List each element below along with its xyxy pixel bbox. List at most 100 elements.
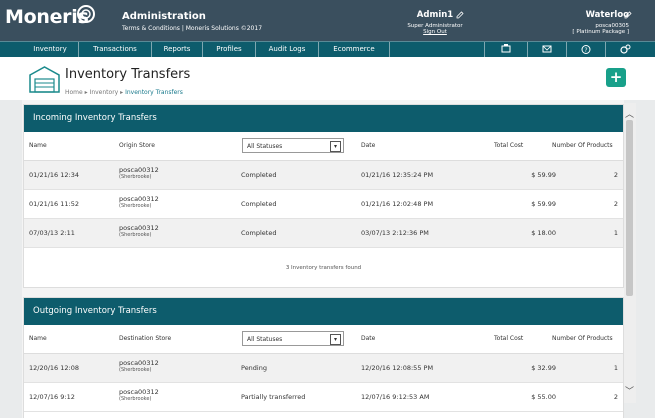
row-store-city: (Sherbrooke) [119, 367, 152, 373]
row-cost: $ 18.00 [531, 229, 556, 237]
register-icon[interactable] [484, 42, 527, 57]
row-date: 01/21/16 12:02:48 PM [361, 200, 434, 208]
store-package: [ Platinum Package ] [572, 29, 629, 35]
scrollbar-thumb[interactable] [626, 120, 633, 296]
app-title: Administration [122, 11, 206, 22]
row-products: 2 [613, 393, 618, 401]
mail-icon[interactable] [527, 42, 566, 57]
col-name[interactable]: Name [29, 335, 47, 342]
col-total-cost[interactable]: Total Cost [494, 335, 523, 342]
row-date: 12/20/16 12:08:55 PM [361, 364, 434, 372]
col-number-of-products[interactable]: Number Of Products [552, 335, 613, 342]
status-filter-value: All Statuses [247, 143, 283, 150]
row-store: posca00312 (Sherbrooke) [119, 388, 159, 402]
outgoing-status-filter[interactable]: All Statuses ▾ [242, 331, 344, 346]
row-name: 01/21/16 11:52 [29, 200, 79, 208]
table-row[interactable]: 01/21/16 11:52 posca00312 (Sherbrooke) C… [24, 190, 623, 219]
nav-transactions[interactable]: Transactions [79, 42, 152, 57]
row-store: posca00312 (Sherbrooke) [119, 224, 159, 238]
row-store-id: posca00312 [119, 195, 159, 203]
page-title: Inventory Transfers [65, 67, 191, 82]
row-cost: $ 55.00 [531, 393, 556, 401]
incoming-card-title: Incoming Inventory Transfers [24, 105, 623, 132]
row-date: 03/07/13 2:12:36 PM [361, 229, 429, 237]
settings-icon[interactable] [605, 42, 646, 57]
add-transfer-button[interactable]: + [606, 68, 626, 87]
row-cost: $ 32.99 [531, 364, 556, 372]
row-store: posca00312 (Sherbrooke) [119, 166, 159, 180]
breadcrumb: Home ▸ Inventory ▸ Inventory Transfers [65, 89, 183, 96]
breadcrumb-home[interactable]: Home [65, 89, 83, 96]
row-products: 1 [613, 229, 618, 237]
row-name: 12/20/16 12:08 [29, 364, 79, 372]
col-number-of-products[interactable]: Number Of Products [552, 142, 613, 149]
col-date[interactable]: Date [361, 335, 375, 342]
row-store-city: (Sherbrooke) [119, 174, 152, 180]
incoming-result-count: 3 Inventory transfers found [285, 265, 362, 271]
row-products: 2 [613, 171, 618, 179]
top-bar: Moneris Administration Terms & Condition… [0, 0, 655, 41]
breadcrumb-inventory[interactable]: Inventory [90, 89, 119, 96]
main-nav: Inventory Transactions Reports Profiles … [0, 41, 655, 57]
sign-out-link[interactable]: Sign Out [395, 29, 475, 35]
row-date: 01/21/16 12:35:24 PM [361, 171, 434, 179]
row-store-id: posca00312 [119, 166, 159, 174]
row-status: Completed [241, 200, 277, 208]
outgoing-transfers-card: Outgoing Inventory Transfers Name Destin… [23, 297, 624, 418]
col-destination-store[interactable]: Destination Store [119, 335, 171, 342]
row-products: 1 [613, 364, 618, 372]
scroll-up-icon[interactable]: ︿ [625, 107, 634, 120]
row-store: posca00312 (Sherbrooke) [119, 359, 159, 373]
row-status: Completed [241, 229, 277, 237]
breadcrumb-current: Inventory Transfers [125, 89, 183, 96]
row-store-id: posca00312 [119, 224, 159, 232]
row-cost: $ 59.99 [531, 200, 556, 208]
nav-ecommerce[interactable]: Ecommerce [319, 42, 390, 57]
nav-inventory[interactable]: Inventory [22, 42, 79, 57]
col-name[interactable]: Name [29, 142, 47, 149]
row-store-city: (Sherbrooke) [119, 203, 152, 209]
row-store: posca00312 (Sherbrooke) [119, 195, 159, 209]
row-date: 12/07/16 9:12:53 AM [361, 393, 430, 401]
edit-store-pencil-icon[interactable] [624, 11, 632, 19]
row-status: Partially transferred [241, 393, 306, 401]
chevron-down-icon: ▾ [330, 141, 341, 152]
svg-text:?: ? [584, 47, 587, 54]
row-status: Completed [241, 171, 277, 179]
scroll-down-icon[interactable]: ﹀ [625, 384, 634, 397]
table-row[interactable]: 12/07/16 9:12 posca00312 (Sherbrooke) Pa… [24, 383, 623, 412]
status-filter-value: All Statuses [247, 336, 283, 343]
nav-audit-logs[interactable]: Audit Logs [256, 42, 319, 57]
nav-reports[interactable]: Reports [152, 42, 203, 57]
table-row[interactable]: 12/20/16 12:08 posca00312 (Sherbrooke) P… [24, 354, 623, 383]
col-date[interactable]: Date [361, 142, 375, 149]
row-store-city: (Sherbrooke) [119, 396, 152, 402]
outgoing-card-title: Outgoing Inventory Transfers [24, 298, 623, 325]
row-store-id: posca00312 [119, 359, 159, 367]
outgoing-table-header: Name Destination Store All Statuses ▾ Da… [24, 325, 623, 354]
row-cost: $ 59.99 [531, 171, 556, 179]
incoming-status-filter[interactable]: All Statuses ▾ [242, 138, 344, 153]
row-store-id: posca00312 [119, 388, 159, 396]
row-products: 2 [613, 200, 618, 208]
table-row[interactable]: 01/21/16 12:34 posca00312 (Sherbrooke) C… [24, 161, 623, 190]
help-icon[interactable]: ? [566, 42, 605, 57]
store-info: Waterloo posca00305 [ Platinum Package ] [539, 10, 629, 35]
store-name: Waterloo [585, 10, 629, 20]
col-total-cost[interactable]: Total Cost [494, 142, 523, 149]
incoming-transfers-card: Incoming Inventory Transfers Name Origin… [23, 104, 624, 288]
edit-user-pencil-icon[interactable] [456, 11, 464, 19]
row-name: 01/21/16 12:34 [29, 171, 79, 179]
warehouse-icon [29, 66, 60, 93]
chevron-down-icon: ▾ [330, 334, 341, 345]
nav-profiles[interactable]: Profiles [203, 42, 256, 57]
incoming-table-header: Name Origin Store All Statuses ▾ Date To… [24, 132, 623, 161]
col-origin-store[interactable]: Origin Store [119, 142, 155, 149]
row-status: Pending [241, 364, 267, 372]
terms-links[interactable]: Terms & Conditions | Moneris Solutions ©… [122, 25, 262, 32]
moneris-swirl-icon [77, 5, 95, 23]
row-store-city: (Sherbrooke) [119, 232, 152, 238]
table-row[interactable]: 07/03/13 2:11 posca00312 (Sherbrooke) Co… [24, 219, 623, 248]
row-name: 12/07/16 9:12 [29, 393, 75, 401]
row-name: 07/03/13 2:11 [29, 229, 75, 237]
